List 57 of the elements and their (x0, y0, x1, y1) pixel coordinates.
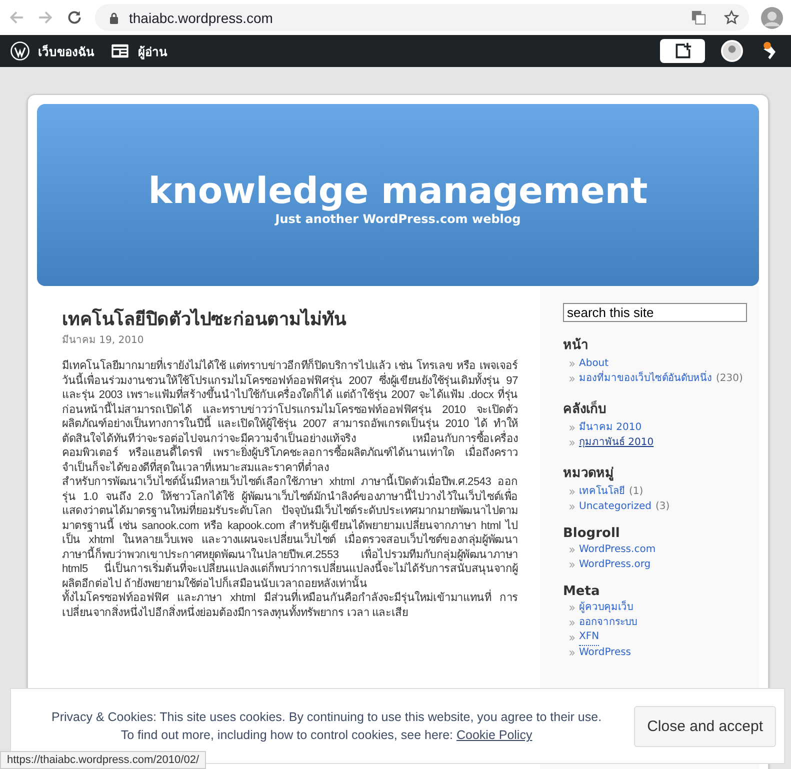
admin-bar-item[interactable]: ผู้อ่าน (110, 41, 167, 61)
widget-title: หมวดหมู่ (563, 465, 615, 483)
close-and-accept-button[interactable]: Close and accept (634, 706, 776, 746)
sidebar-link[interactable]: เทคโนโลยี (579, 485, 625, 500)
url-text: thaiabc.wordpress.com (129, 10, 273, 26)
chevron-icon (569, 547, 575, 554)
avatar-icon[interactable] (721, 40, 743, 62)
chevron-icon (569, 504, 575, 510)
chevron-icon (569, 620, 575, 626)
sidebar-link[interactable]: ผู้ควบคุมเว็บ (579, 601, 633, 616)
widget-title: Meta (563, 584, 601, 599)
sidebar-link[interactable]: Uncategorized (579, 500, 652, 514)
translate-icon[interactable] (691, 10, 706, 25)
item-count: (3) (655, 500, 670, 514)
cookie-notice: To find out more, including how to control cookies, see here: (120, 728, 453, 742)
cookie-notice: Privacy & Cookies: This site uses cookies. By continuing to use this website, you agree to their use. (50, 709, 603, 726)
chevron-icon (569, 634, 575, 641)
post-date: มีนาคม 19, 2010 (62, 334, 145, 347)
wordpress-icon (10, 41, 30, 61)
post-paragraph: มีเทคโนโลยีมากมายที่เรายังไม่ได้ใช้ แต่ทราบข่าวอีกทีก็ปิดบริการไปแล้ว เช่น โทรเลข หรือ เพจเจอร์ วันนี้เพื่อนร่วมงานชวนให้ใช้โปรแกรมไมโครซอฟท์ออฟฟิศรุ่น 2007 ซึ่งผู้เขียนยังใช้รุ่นเดิมทั้งรุ่น 97 และรุ่น 2003 เพราะแฟ้มที่สร้างขึ้นนำไปใช้กับเครื่องใดก็ได้ แต่ถ้าใช้รุ่น 2007 จะได้แฟ้ม .docx ที่รุ่นก่อนหน้านี้ไม่สามารถเปิดได้ และทราบข่าวว่าโปรแกรมไมโครซอฟท์ออฟฟิศรุ่น 2010 จะเปิดตัวผลิตภัณฑ์อย่างเป็นทางการในปีนี้ และเปิดให้ผู้ใช้รุ่น 2007 สามารถอัพเกรดเป็นรุ่น 2010 ได้ ทำให้ตัดสินใจได้ทันทีว่าจะรอต่อไปจนกว่าจะมีความจำเป็นอย่างแท้จริง เหมือนกับการซื้อเครื่องคอมพิวเตอร์ หรือแฮนดี้ไดรฟ์ เพราะยิ่งผู้บริโภคชะลอการซื้อผลิตภัณฑ์ได้นานเท่าใด เมื่อถึงคราวจำเป็นก็จะได้ของดีที่สุดในเวลาที่เหมาะสมและราคาที่ต่ำลง (62, 359, 518, 475)
lock-icon (109, 12, 119, 24)
sidebar-link[interactable]: WordPress.com (579, 543, 656, 558)
sidebar-link[interactable]: WordPress (579, 646, 632, 660)
widget-title: หน้า (563, 336, 589, 355)
post-paragraph: สำหรับการพัฒนาเว็บไซต์นั้นมีหลายเว็บไซต์เลือกใช้ภาษา xhtml ภาษานี้เปิดตัวเมื่อปีพ.ศ.2543 ออกรุ่น 1.0 จนถึง 2.0 ให้ชาวโลกได้ใช้ ผู้พัฒนาเว็บไซต์มักนำลิงค์ของภาษานี้ไปวางไว้ในเว็บไซต์เพื่อแสดงว่าตนได้มาตรฐานใหม่ที่ยอมรับระดับโลก ปัจจุบันมีเว็บไซต์ระดับประเทศมากมายพัฒนาไปตามมาตรฐานนี้ เช่น sanook.com หรือ kapook.com สำหรับผู้เขียนได้พยายามเปลี่ยนจากภาษา html ไปเป็น xhtml ในหลายเว็บเพจ และวางแผนจะเปลี่ยนเว็บไซต์ เมื่อตรวจสอบเว็บไซต์ของกลุ่มผู้พัฒนาภาษานี้ก็พบว่าพวกเขาประกาศหยุดพัฒนาในปลายปีพ.ศ.2553 เพื่อไปรวมทีมกับกลุ่มผู้พัฒนาภาษา html5 นี่เป็นการเริ่มต้นที่จะเปลี่ยนแปลงแต่ก็พบว่าการเปลี่ยนแปลงนี้จะไม่ได้รับการสนับสนุนจากผู้ผลิตอีกต่อไป ถ้ายังพยายามใช้ต่อไปก็เสมือนนับเวลาถอยหลังเท่านั้น (62, 475, 518, 591)
chevron-icon (569, 650, 575, 656)
item-count: (230) (716, 372, 743, 386)
sidebar-link[interactable]: WordPress.org (579, 558, 651, 572)
admin-bar-item[interactable]: เว็บของฉัน (10, 41, 94, 61)
status-url: https://thaiabc.wordpress.com/2010/02/ (0, 751, 206, 769)
reload-icon[interactable] (66, 9, 83, 26)
blog-tagline: Just another WordPress.com weblog (275, 212, 521, 226)
sidebar-link[interactable]: กุมภาพันธ์ 2010 (579, 436, 654, 450)
sidebar-link[interactable]: มีนาคม 2010 (579, 421, 642, 436)
widget-title: Blogroll (563, 526, 621, 541)
address-bar[interactable]: thaiabc.wordpress.com (95, 4, 749, 31)
post-title[interactable]: เทคโนโลยีปิดตัวไปซะก่อนตามไม่ทัน (62, 308, 518, 332)
sidebar-link[interactable]: XFN (579, 630, 600, 646)
search-field[interactable]: search this site (563, 303, 747, 322)
sidebar-link[interactable]: ออกจากระบบ (579, 616, 637, 630)
item-count: (1) (629, 485, 644, 499)
blog-title[interactable]: knowledge management (148, 172, 648, 212)
chevron-icon (569, 361, 575, 368)
post-paragraph: ทั้งไมโครซอฟท์ออฟฟิศ และภาษา xhtml มีส่วนที่เหมือนกันคือกำลังจะมีรุ่นใหม่เข้ามาแทนที่ การเปลี่ยนจากสิ่งหนึ่งไปอีกสิ่งหนึ่งย่อมต้องมีการลงทุนทั้งทรัพยากร เวลา และเสีย (62, 591, 518, 620)
cookie-policy-link[interactable]: Cookie Policy (456, 728, 532, 742)
widget-title: คลังเก็บ (563, 400, 607, 419)
chevron-icon (569, 489, 575, 496)
chevron-icon (569, 562, 575, 568)
new-post-button[interactable] (660, 39, 705, 63)
chevron-icon (569, 425, 575, 432)
sidebar-link[interactable]: มองที่มาของเว็บไซต์อันดับหนึ่ง (579, 372, 712, 386)
sidebar-link[interactable]: About (579, 357, 609, 372)
chevron-icon (569, 376, 575, 382)
chevron-icon (569, 440, 575, 446)
chevron-icon (569, 605, 575, 612)
star-icon[interactable] (724, 10, 739, 25)
plus-icon (674, 42, 692, 60)
